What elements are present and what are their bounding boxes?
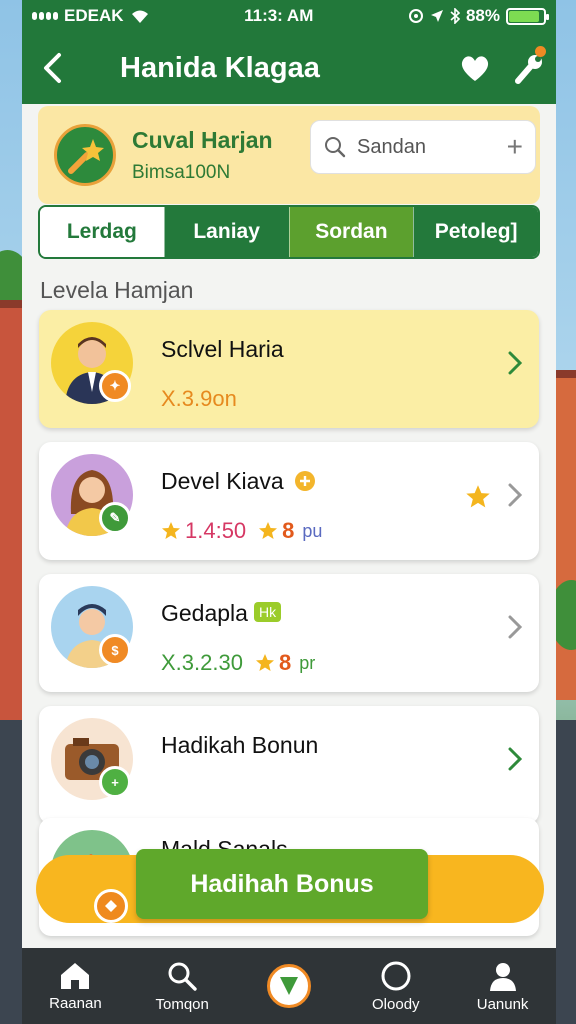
nav-search[interactable]: Tomqon: [129, 948, 236, 1024]
trophy-badge-icon: [54, 124, 116, 186]
app-header: Hanida Klagaa: [22, 32, 556, 104]
tools-button[interactable]: [502, 32, 556, 104]
tab-petoleg[interactable]: Petoleg]: [413, 207, 538, 257]
item-unit: pr: [299, 652, 316, 673]
carrier-label: EDEAK: [64, 6, 124, 25]
item-name: Hadikah Bonun: [161, 732, 319, 758]
circle-icon: [381, 961, 411, 990]
item-value-row: X.3.2.30 8 pr: [161, 650, 315, 676]
favorite-button[interactable]: [448, 32, 502, 104]
bonus-bar: Hadihah Bonus: [36, 849, 544, 931]
home-icon: [61, 962, 90, 989]
nav-label: Raanan: [49, 994, 102, 1012]
nav-label: Oloody: [372, 995, 420, 1013]
item-name: Gedapla Hk: [161, 600, 282, 627]
notification-dot: [535, 46, 546, 57]
tab-laniay[interactable]: Laniay: [163, 207, 289, 257]
list-item[interactable]: ✦ Sclvel Haria X.3.9on: [39, 310, 539, 428]
chevron-right-icon: [508, 351, 523, 375]
bluetooth-icon: [450, 8, 460, 24]
nav-center-action[interactable]: [236, 948, 343, 1024]
item-name: Sclvel Haria: [161, 336, 284, 362]
item-value: X.3.9on: [161, 386, 237, 411]
banner-subtitle: Bimsa100N: [132, 161, 231, 183]
star-icon: [162, 522, 180, 539]
nav-home[interactable]: Raanan: [22, 948, 129, 1024]
page-title: Hanida Klagaa: [120, 51, 320, 84]
coin-plus-icon: [295, 471, 316, 491]
item-unit: pu: [302, 520, 323, 541]
item-value-row: 1.4:50 8 pu: [161, 518, 322, 544]
plus-badge-icon: +: [99, 766, 131, 798]
app-screen: EDEAK 11:3: AM 88% Hanida Klagaa Cuval H…: [22, 0, 556, 1024]
item-tag: Hk: [253, 602, 282, 622]
star-icon: [255, 654, 274, 671]
item-value: X.3.2.30: [161, 650, 243, 675]
list-item[interactable]: $ Gedapla Hk X.3.2.30 8 pr: [39, 574, 539, 692]
favorite-star-icon[interactable]: [465, 484, 491, 510]
bottom-nav: Raanan Tomqon Oloody Uanunk: [22, 948, 556, 1024]
tab-bar: Lerdag Laniay Sordan Petoleg]: [38, 205, 540, 259]
tab-sordan[interactable]: Sordan: [288, 207, 414, 257]
coin-badge-icon: $: [99, 634, 131, 666]
edit-badge-icon: ✎: [99, 502, 131, 534]
chevron-right-icon: [508, 615, 523, 639]
item-points: 8: [278, 650, 292, 675]
bonus-coin-icon: [94, 889, 128, 923]
back-button[interactable]: [22, 32, 82, 104]
center-action-icon: [266, 964, 311, 1008]
profile-icon: [489, 962, 516, 991]
list-item[interactable]: + Hadikah Bonun: [39, 706, 539, 824]
search-icon: [168, 962, 197, 991]
item-value-row: X.3.9on: [161, 386, 237, 412]
level-badge-icon: ✦: [99, 370, 131, 402]
location-icon: [430, 10, 443, 22]
time-label: 11:3: AM: [244, 6, 314, 25]
chevron-right-icon: [508, 483, 523, 507]
star-icon: [259, 522, 278, 539]
item-points: 8: [282, 518, 295, 543]
nav-profile[interactable]: Uanunk: [449, 948, 556, 1024]
alarm-icon: [408, 9, 423, 23]
battery-icon: [505, 7, 549, 25]
bonus-button[interactable]: Hadihah Bonus: [136, 849, 428, 919]
plus-icon[interactable]: +: [507, 131, 523, 163]
battery-percent: 88%: [465, 6, 500, 25]
banner-title: Cuval Harjan: [132, 126, 273, 153]
chevron-right-icon: [508, 747, 523, 771]
tab-lerdag[interactable]: Lerdag: [40, 207, 164, 257]
item-value: 1.4:50: [185, 518, 247, 543]
nav-label: Tomqon: [155, 995, 209, 1013]
nav-label: Uanunk: [476, 995, 529, 1013]
nav-circle[interactable]: Oloody: [342, 948, 449, 1024]
search-icon: [325, 137, 346, 158]
search-input[interactable]: Sandan +: [310, 120, 536, 174]
profile-banner: Cuval Harjan Bimsa100N Sandan +: [38, 106, 540, 204]
signal-icon: [32, 12, 58, 20]
item-name: Devel Kiava: [161, 468, 316, 495]
wifi-icon: [131, 10, 148, 23]
search-placeholder: Sandan: [357, 135, 426, 158]
status-bar: EDEAK 11:3: AM 88%: [22, 0, 556, 32]
list-item[interactable]: ✎ Devel Kiava 1.4:50 8 pu: [39, 442, 539, 560]
heart-icon: [461, 56, 489, 81]
section-title: Levela Hamjan: [40, 277, 194, 303]
chevron-left-icon: [44, 53, 61, 83]
